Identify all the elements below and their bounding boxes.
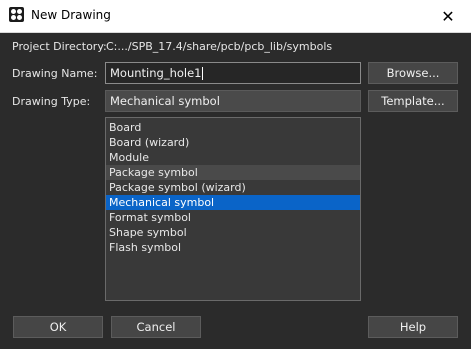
close-icon[interactable]: ✕ bbox=[425, 0, 471, 32]
drawing-name-label: Drawing Name: bbox=[12, 67, 98, 80]
drawing-name-input[interactable]: Mounting_hole1 bbox=[105, 62, 361, 84]
drawing-type-label: Drawing Type: bbox=[12, 95, 91, 108]
ok-button[interactable]: OK bbox=[13, 316, 103, 338]
list-item-package-symbol-wizard[interactable]: Package symbol (wizard) bbox=[106, 180, 360, 195]
cancel-button[interactable]: Cancel bbox=[111, 316, 201, 338]
list-item-shape-symbol[interactable]: Shape symbol bbox=[106, 225, 360, 240]
list-item-module[interactable]: Module bbox=[106, 150, 360, 165]
drawing-type-list[interactable]: Board Board (wizard) Module Package symb… bbox=[105, 117, 361, 301]
text-caret bbox=[201, 67, 203, 80]
drawing-name-value: Mounting_hole1 bbox=[110, 66, 202, 80]
list-item-flash-symbol[interactable]: Flash symbol bbox=[106, 240, 360, 255]
list-item-package-symbol[interactable]: Package symbol bbox=[106, 165, 360, 180]
drawing-type-field[interactable]: Mechanical symbol bbox=[105, 90, 361, 112]
list-item-mechanical-symbol[interactable]: Mechanical symbol bbox=[106, 195, 360, 210]
window-title: New Drawing bbox=[31, 8, 111, 22]
browse-button[interactable]: Browse... bbox=[368, 62, 458, 84]
list-item-format-symbol[interactable]: Format symbol bbox=[106, 210, 360, 225]
help-button[interactable]: Help bbox=[368, 316, 458, 338]
project-directory-path: C:.../SPB_17.4/share/pcb/pcb_lib/symbols bbox=[106, 40, 333, 53]
list-item-board-wizard[interactable]: Board (wizard) bbox=[106, 135, 360, 150]
template-button[interactable]: Template... bbox=[368, 90, 458, 112]
project-directory-label: Project Directory: bbox=[12, 40, 107, 53]
new-drawing-dialog: New Drawing ✕ Project Directory: C:.../S… bbox=[0, 0, 471, 349]
list-item-board[interactable]: Board bbox=[106, 120, 360, 135]
app-icon bbox=[9, 7, 24, 22]
drawing-type-value: Mechanical symbol bbox=[110, 94, 220, 108]
title-bar: New Drawing ✕ bbox=[0, 0, 471, 33]
